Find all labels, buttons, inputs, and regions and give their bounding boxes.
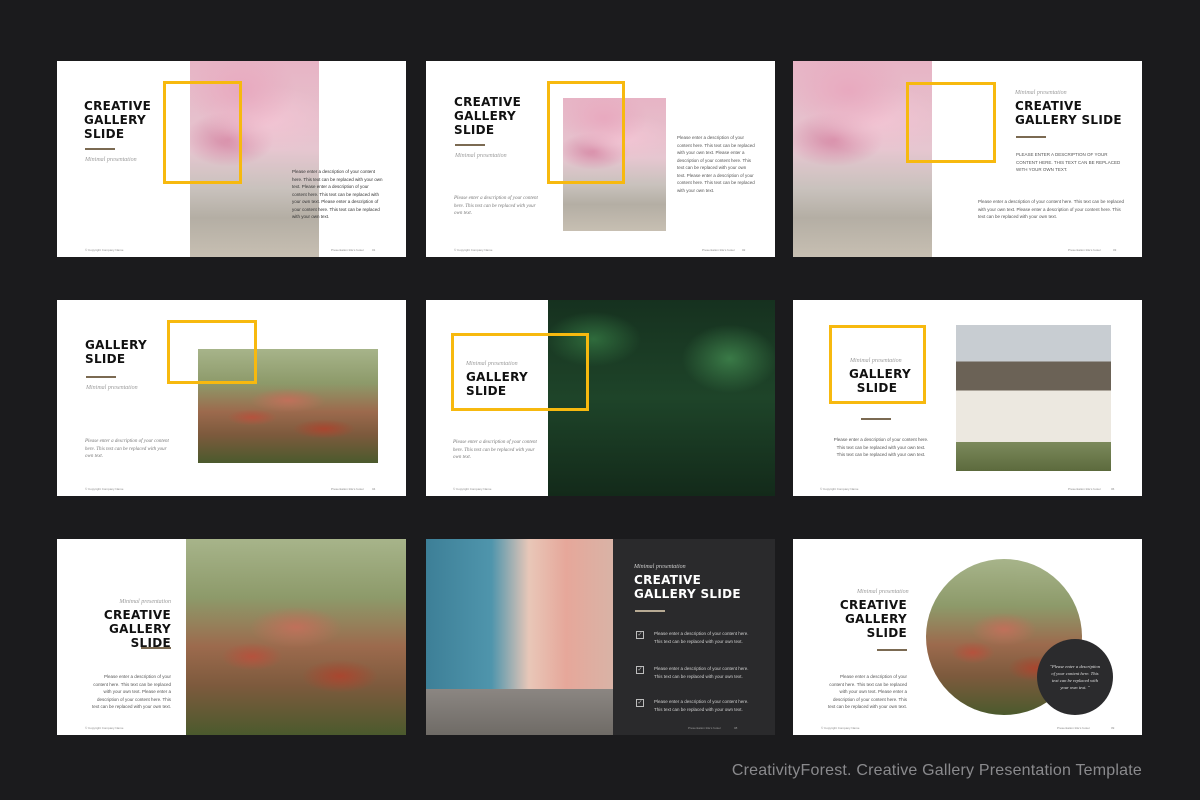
footer-title: Presentation title's footer [1068,248,1101,252]
slide-subtitle: Minimal presentation [86,385,138,391]
slide-5[interactable]: Minimal presentation GALLERY SLIDE Pleas… [426,300,775,496]
slide-2[interactable]: CREATIVE GALLERY SLIDE Minimal presentat… [426,61,775,257]
page-number: 04 [372,487,376,491]
title-rule [86,376,116,378]
footer-title: Presentation title's footer [688,726,721,730]
title-rule [861,418,891,420]
slide-description: Please enter a description of your conte… [827,674,907,709]
page-number: 03 [1113,248,1117,252]
slide-7[interactable]: Minimal presentation CREATIVE GALLERY SL… [57,539,406,735]
left-description: Please enter a description of your conte… [454,196,538,216]
yellow-frame [451,333,589,411]
copyright: © Copyright Company Name [453,487,492,491]
slide-subtitle: Minimal presentation [634,564,686,570]
yellow-frame [906,82,996,163]
slide-description: Please enter a description of your conte… [85,439,169,459]
slide-subtitle: Minimal presentation [857,589,909,595]
title-rule [635,610,665,612]
slide-title: CREATIVE GALLERY SLIDE [839,598,907,640]
copyright: © Copyright Company Name [820,487,859,491]
footer-title: Presentation title's footer [702,248,735,252]
quote-circle: "Please enter a description of your cont… [1037,639,1113,715]
yellow-frame [167,320,257,384]
check-item-3: Please enter a description of your conte… [654,699,749,712]
yellow-frame [547,81,625,184]
title-rule [85,148,115,150]
title-rule [455,144,485,146]
page-number: 02 [742,248,746,252]
slide-title: GALLERY SLIDE [85,338,148,366]
slide-6[interactable]: Minimal presentation GALLERY SLIDE Pleas… [793,300,1142,496]
slide-subtitle: Minimal presentation [455,153,507,159]
template-caption: CreativityForest. Creative Gallery Prese… [731,762,1142,779]
slide-title: CREATIVE GALLERY SLIDE [103,608,171,650]
slide-title: CREATIVE GALLERY SLIDE [84,99,152,141]
copyright: © Copyright Company Name [821,726,860,730]
page-number: 01 [372,248,376,252]
slide-description: Please enter a description of your conte… [91,674,171,709]
slide-title: CREATIVE GALLERY SLIDE [1015,99,1122,127]
check-icon: ✓ [636,699,644,707]
slide-3[interactable]: Minimal presentation CREATIVE GALLERY SL… [793,61,1142,257]
footer-title: Presentation title's footer [1057,726,1090,730]
page-number: 06 [1111,487,1115,491]
footer-title: Presentation title's footer [1068,487,1101,491]
yellow-frame [163,81,242,184]
copyright: © Copyright Company Name [85,487,124,491]
slide-8[interactable]: Minimal presentation CREATIVE GALLERY SL… [426,539,775,735]
page-number: 09 [1111,726,1115,730]
street-ground [426,689,613,735]
slide-9[interactable]: "Please enter a description of your cont… [793,539,1142,735]
village-photo [186,539,406,735]
footer-title: Presentation title's footer [331,248,364,252]
slide-description: Please enter a description of your conte… [453,440,537,460]
slide-title: CREATIVE GALLERY SLIDE [634,573,741,601]
title-rule [141,647,171,649]
right-description: Please enter a description of your conte… [677,135,755,193]
slide-description: Please enter a description of your conte… [833,437,929,457]
slide-subtitle: Minimal presentation [1015,90,1067,96]
cottage-photo [956,325,1111,471]
slide-subtitle: Minimal presentation [85,157,137,163]
quote-text: "Please enter a description of your cont… [1049,664,1101,690]
caps-description: Please enter a description of your conte… [1016,152,1121,172]
check-icon: ✓ [636,631,644,639]
copyright: © Copyright Company Name [85,248,124,252]
slide-1[interactable]: CREATIVE GALLERY SLIDE Minimal presentat… [57,61,406,257]
slide-description: Please enter a description of your conte… [292,169,383,219]
slide-4[interactable]: GALLERY SLIDE Minimal presentation Pleas… [57,300,406,496]
title-rule [877,649,907,651]
footer-title: Presentation title's footer [331,487,364,491]
slide-subtitle: Minimal presentation [119,599,171,605]
check-item-2: Please enter a description of your conte… [654,666,749,679]
slide-title: CREATIVE GALLERY SLIDE [454,95,522,137]
title-rule [1016,136,1046,138]
copyright: © Copyright Company Name [454,248,493,252]
copyright: © Copyright Company Name [85,726,124,730]
check-icon: ✓ [636,666,644,674]
page-number: 08 [734,726,738,730]
slide-description: Please enter a description of your conte… [978,199,1125,219]
check-item-1: Please enter a description of your conte… [654,631,749,644]
yellow-frame [829,325,926,404]
